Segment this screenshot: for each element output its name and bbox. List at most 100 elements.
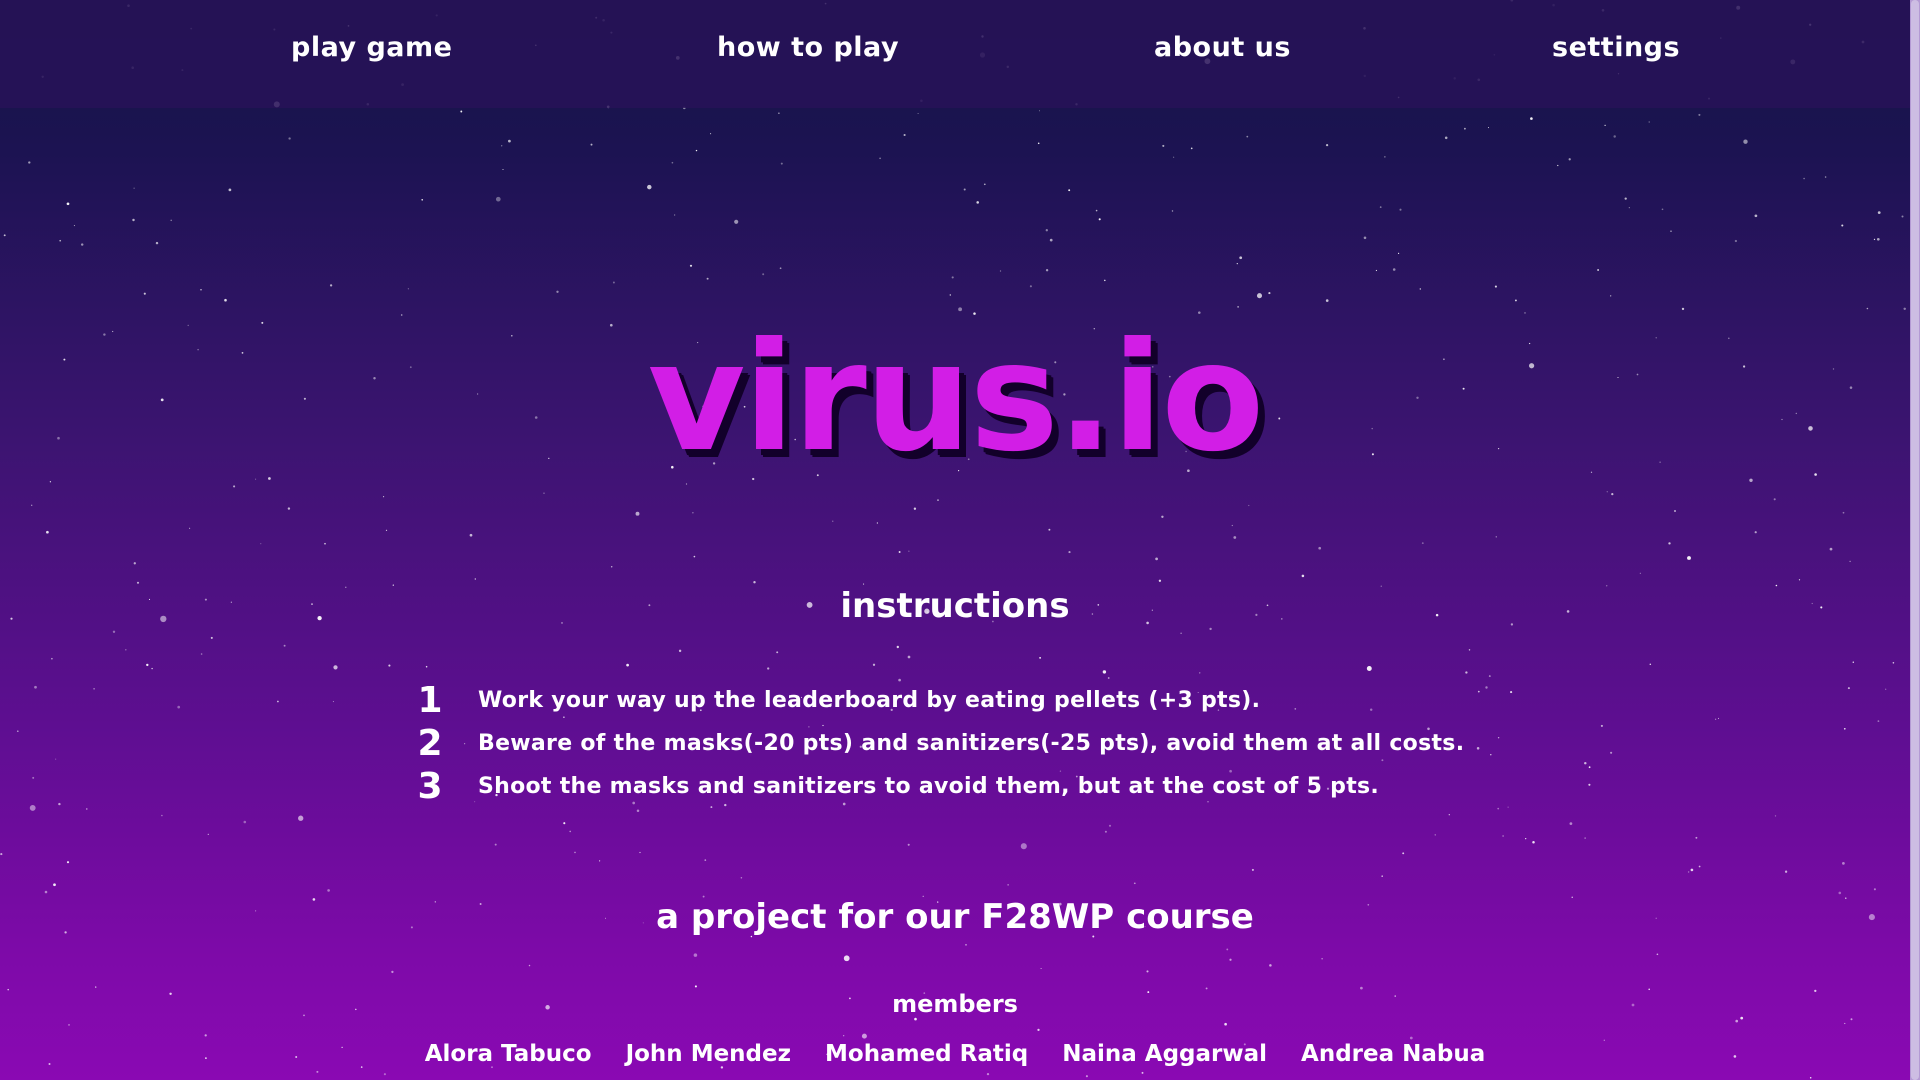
star — [283, 644, 286, 647]
star — [66, 861, 70, 864]
star — [1037, 1028, 1040, 1032]
star — [1256, 293, 1263, 299]
star — [706, 277, 709, 280]
star — [1434, 834, 1436, 836]
scrollbar-thumb[interactable] — [1911, 0, 1919, 1080]
nav-how-to-play[interactable]: how to play — [717, 28, 899, 68]
star — [502, 168, 504, 171]
star — [778, 112, 780, 114]
star — [1209, 627, 1212, 631]
star — [1068, 551, 1071, 554]
star — [1421, 542, 1424, 544]
star — [1098, 218, 1101, 221]
star — [678, 649, 682, 653]
star — [68, 1024, 70, 1026]
vertical-scrollbar[interactable] — [1910, 0, 1920, 1080]
star — [556, 290, 559, 293]
star — [407, 288, 410, 290]
star — [1695, 836, 1698, 839]
star — [255, 478, 257, 480]
star — [80, 243, 84, 246]
star — [1690, 868, 1694, 872]
star — [1588, 766, 1591, 769]
star — [1530, 117, 1533, 120]
star — [1784, 870, 1788, 873]
star — [710, 133, 712, 135]
star — [298, 815, 304, 821]
star — [1040, 967, 1042, 970]
star — [204, 1034, 207, 1037]
star — [767, 667, 770, 670]
member-name: Naina Aggarwal — [1062, 1041, 1268, 1067]
star — [1532, 840, 1535, 844]
star — [1325, 299, 1329, 302]
star — [1229, 958, 1232, 961]
star — [1877, 720, 1880, 722]
star — [151, 667, 153, 670]
star — [898, 678, 901, 682]
star — [1246, 135, 1249, 138]
star — [421, 198, 424, 201]
nav-play-game[interactable]: play game — [291, 28, 452, 68]
instructions-heading: instructions — [840, 586, 1070, 626]
star — [1774, 815, 1777, 817]
star — [671, 161, 674, 164]
nav-about-us[interactable]: about us — [1154, 28, 1291, 68]
star — [1146, 970, 1149, 973]
star — [1597, 269, 1599, 271]
star — [146, 663, 149, 667]
star — [287, 507, 291, 510]
star — [1490, 754, 1492, 756]
star — [843, 955, 850, 962]
star — [1251, 868, 1254, 871]
star — [1038, 110, 1041, 112]
star — [260, 543, 262, 545]
star — [233, 485, 236, 488]
star — [73, 225, 75, 227]
star — [1180, 632, 1182, 634]
star — [1161, 515, 1164, 518]
star — [1173, 156, 1175, 158]
star — [44, 890, 48, 894]
star — [1199, 672, 1201, 674]
star — [1610, 751, 1613, 754]
star — [1085, 1075, 1088, 1078]
star — [49, 481, 52, 483]
game-title: virus.io — [647, 311, 1265, 485]
star — [1681, 307, 1685, 311]
star — [635, 511, 640, 516]
star — [1714, 718, 1717, 720]
star — [1569, 822, 1573, 825]
star — [1162, 144, 1165, 147]
star — [1843, 727, 1846, 730]
star — [495, 196, 501, 202]
star — [1847, 687, 1850, 690]
star — [907, 843, 910, 846]
star — [951, 276, 954, 279]
star — [1743, 139, 1748, 144]
star — [53, 883, 56, 887]
star — [1465, 671, 1468, 674]
star — [1468, 649, 1471, 651]
star — [1399, 208, 1402, 211]
star — [55, 758, 57, 760]
star — [842, 802, 846, 806]
star — [1735, 1019, 1739, 1023]
star — [1610, 295, 1612, 297]
star — [1363, 236, 1367, 240]
star — [228, 188, 232, 192]
star — [822, 724, 824, 727]
star — [704, 859, 707, 861]
star — [327, 889, 330, 892]
star — [1687, 871, 1690, 873]
star — [1068, 189, 1071, 192]
star — [1366, 666, 1372, 671]
star — [1107, 677, 1110, 679]
star — [1375, 269, 1377, 272]
nav-settings[interactable]: settings — [1552, 28, 1680, 68]
star — [1318, 546, 1322, 550]
star — [1584, 837, 1586, 839]
star — [1190, 147, 1193, 150]
star — [1524, 312, 1526, 314]
star — [1829, 547, 1833, 551]
